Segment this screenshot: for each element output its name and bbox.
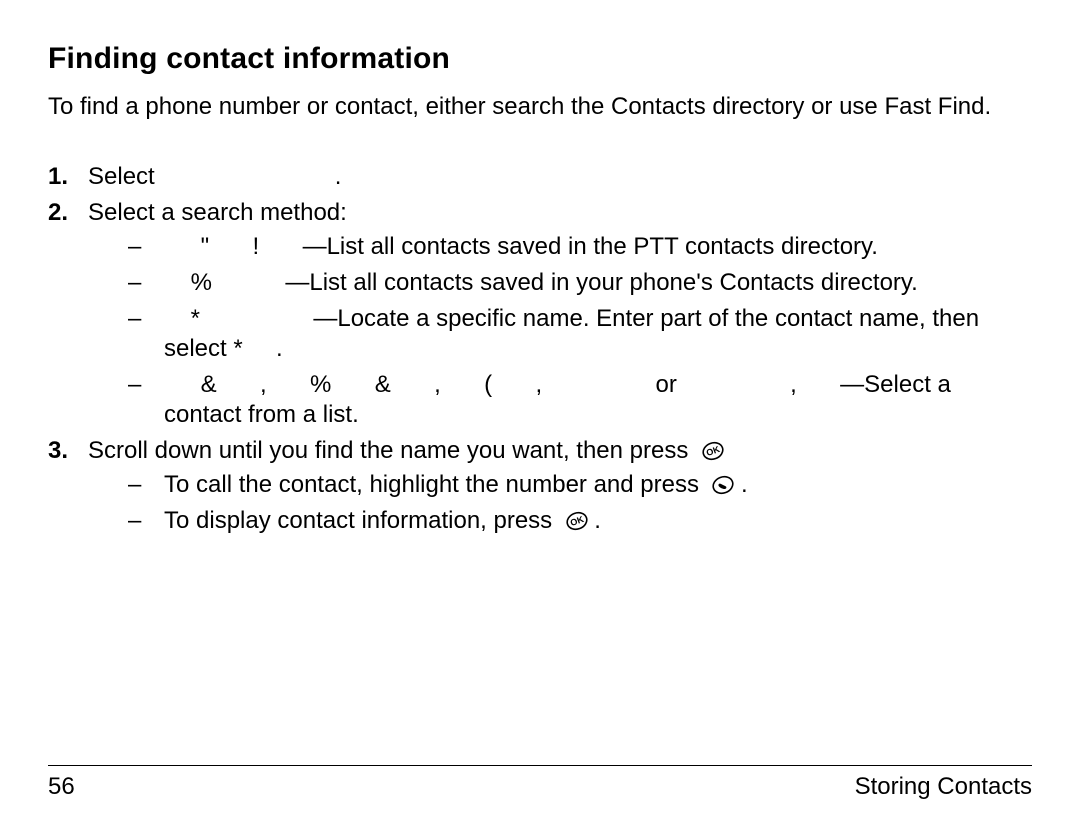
dash-bullet: – <box>128 232 141 262</box>
symbol: , <box>535 371 542 398</box>
symbol: % <box>310 371 331 398</box>
step-text-part: . <box>335 163 342 190</box>
sub-text: * —Locate a specific name. Enter part of… <box>164 305 979 362</box>
sub-text-body: —List all contacts saved in the PTT cont… <box>303 233 878 260</box>
symbol: , <box>434 371 441 398</box>
dash-bullet: – <box>128 506 141 536</box>
sub-item: – % —List all contacts saved in your pho… <box>128 268 1032 298</box>
sub-text-body: . <box>276 335 283 362</box>
step-3-sublist: – To call the contact, highlight the num… <box>88 470 1032 536</box>
dash-bullet: – <box>128 470 141 500</box>
step-3: 3. Scroll down until you find the name y… <box>48 436 1032 536</box>
sub-text-body: —Locate a specific name. Enter part of t… <box>164 305 979 362</box>
sub-text-body: To call the contact, highlight the numbe… <box>164 471 699 498</box>
sub-item: – * —Locate a specific name. Enter part … <box>128 304 1032 364</box>
symbol: & <box>375 371 391 398</box>
step-text-part: Select <box>88 163 155 190</box>
symbol: , <box>260 371 267 398</box>
sub-item: – To display contact information, press … <box>128 506 1032 536</box>
step-text-body: Scroll down until you find the name you … <box>88 437 688 464</box>
page-number: 56 <box>48 772 75 802</box>
symbol: % <box>191 269 212 296</box>
symbol: " <box>201 233 210 260</box>
step-text: Scroll down until you find the name you … <box>88 437 724 464</box>
intro-paragraph: To find a phone number or contact, eithe… <box>48 92 1032 122</box>
sub-text-body: —Select a contact from a list. <box>164 371 951 428</box>
steps-list: 1. Select . 2. Select a search method: –… <box>48 162 1032 536</box>
section-name: Storing Contacts <box>855 772 1032 802</box>
sub-item: – & , % & , ( , or <box>128 370 1032 430</box>
sub-item: – " ! —List all contacts saved in the PT… <box>128 232 1032 262</box>
step-2: 2. Select a search method: – " ! —List a… <box>48 198 1032 430</box>
sub-text-body: . <box>741 471 748 498</box>
symbol: & <box>201 371 217 398</box>
sub-text: To display contact information, press OK… <box>164 507 601 534</box>
dash-bullet: – <box>128 370 141 400</box>
symbol: * <box>191 305 200 332</box>
sub-text-body: or <box>655 371 676 398</box>
ok-icon: OK <box>702 440 724 462</box>
sub-text: % —List all contacts saved in your phone… <box>164 269 918 296</box>
sub-text-body: . <box>594 507 601 534</box>
step-number: 1. <box>48 162 68 192</box>
dash-bullet: – <box>128 268 141 298</box>
sub-item: – To call the contact, highlight the num… <box>128 470 1032 500</box>
sub-text: " ! —List all contacts saved in the PTT … <box>164 233 878 260</box>
step-number: 3. <box>48 436 68 466</box>
step-text: Select a search method: <box>88 199 347 226</box>
step-2-sublist: – " ! —List all contacts saved in the PT… <box>88 232 1032 430</box>
sub-text: To call the contact, highlight the numbe… <box>164 471 748 498</box>
ok-icon: OK <box>566 510 588 532</box>
symbol: ! <box>253 233 260 260</box>
call-icon <box>712 474 734 496</box>
symbol: ( <box>484 371 492 398</box>
sub-text-body: —List all contacts saved in your phone's… <box>285 269 917 296</box>
sub-text: & , % & , ( , or , <box>164 371 951 428</box>
step-1: 1. Select . <box>48 162 1032 192</box>
page-footer: 56 Storing Contacts <box>48 765 1032 802</box>
page-title: Finding contact information <box>48 40 1032 78</box>
sub-text-body: To display contact information, press <box>164 507 552 534</box>
dash-bullet: – <box>128 304 141 334</box>
step-number: 2. <box>48 198 68 228</box>
symbol: , <box>790 371 797 398</box>
step-text: Select . <box>88 163 341 190</box>
